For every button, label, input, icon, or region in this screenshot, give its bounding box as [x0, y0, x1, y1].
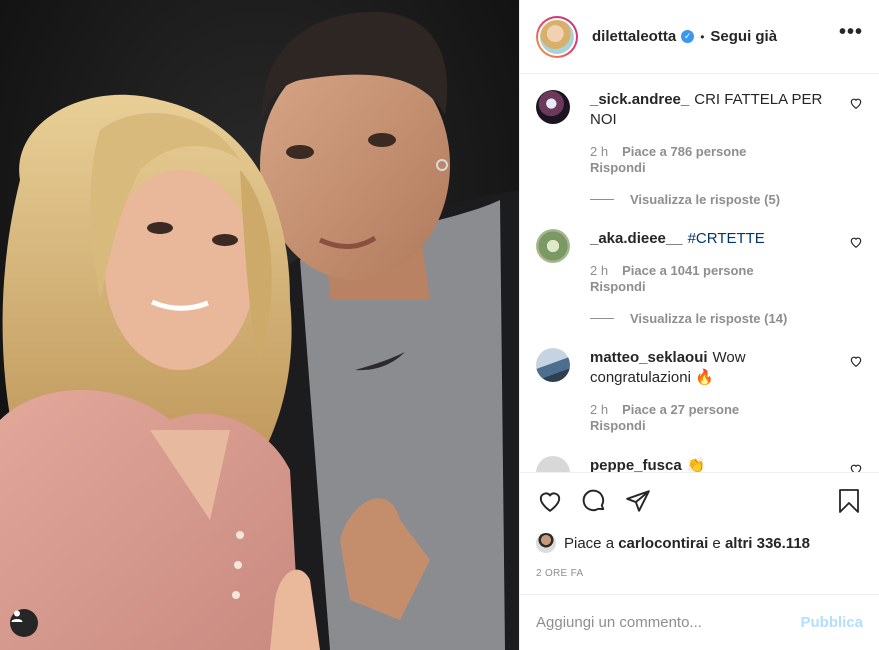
view-replies-label: Visualizza le risposte (14)	[630, 311, 788, 326]
story-ring[interactable]	[536, 15, 578, 58]
comment-item: matteo_seklaoui Wow congratulazioni 🔥 2 h…	[536, 348, 863, 434]
reply-button[interactable]: Rispondi	[590, 279, 841, 295]
verified-badge-icon: ✓	[681, 30, 695, 43]
post-date[interactable]: 2 ORE FA	[520, 558, 879, 594]
separator-dot: •	[700, 29, 705, 44]
post-viewer: dilettaleotta ✓ • Segui già ••• _sick.an…	[0, 0, 879, 650]
share-button[interactable]	[624, 487, 652, 515]
add-comment-input[interactable]: Aggiungi un commento...	[536, 614, 800, 631]
likes-count-link[interactable]: altri 336.118	[725, 535, 810, 552]
like-comment-heart-icon[interactable]	[849, 235, 863, 249]
bookmark-icon	[839, 488, 859, 513]
comment-time[interactable]: 2 h	[590, 402, 608, 417]
more-options-icon[interactable]: •••	[839, 21, 863, 52]
comment-username[interactable]: peppe_fusca	[590, 457, 682, 472]
view-replies-label: Visualizza le risposte (5)	[630, 192, 781, 207]
selfie-photo	[0, 0, 519, 650]
share-icon	[626, 489, 650, 512]
comment-username[interactable]: _sick.andree_	[590, 91, 689, 108]
comment-username[interactable]: matteo_seklaoui	[590, 349, 708, 366]
likes-summary: Piace a carlocontirai e altri 336.118	[520, 528, 879, 558]
view-replies-button[interactable]: Visualizza le risposte (14)	[590, 311, 841, 326]
post-side-panel: dilettaleotta ✓ • Segui già ••• _sick.an…	[519, 0, 879, 650]
post-action-bar	[520, 472, 879, 528]
like-comment-heart-icon[interactable]	[849, 96, 863, 110]
view-replies-button[interactable]: Visualizza le risposte (5)	[590, 192, 841, 207]
commenter-avatar[interactable]	[536, 456, 570, 472]
user-tag-button[interactable]	[10, 609, 38, 637]
comment-meta: 2 h Piace a 786 persone	[590, 144, 841, 160]
hashtag-link[interactable]: #CRTETTE	[688, 230, 765, 247]
post-photo[interactable]	[0, 0, 519, 650]
commenter-avatar[interactable]	[536, 229, 570, 263]
following-button[interactable]: Segui già	[710, 28, 777, 45]
comment-meta: 2 h Piace a 1041 persone	[590, 263, 841, 279]
comment-likes[interactable]: Piace a 27 persone	[622, 402, 739, 417]
reply-button[interactable]: Rispondi	[590, 160, 841, 176]
author-avatar	[540, 19, 574, 54]
comment-item: _sick.andree_ CRI FATTELA PER NOI 2 h Piac…	[536, 90, 863, 207]
post-header: dilettaleotta ✓ • Segui già •••	[520, 0, 879, 74]
comment-item: _aka.dieee__ #CRTETTE 2 h Piace a 1041 per…	[536, 229, 863, 326]
reply-button[interactable]: Rispondi	[590, 418, 841, 434]
like-comment-heart-icon[interactable]	[849, 354, 863, 368]
add-comment-bar: Aggiungi un commento... Pubblica	[520, 594, 879, 650]
save-button[interactable]	[835, 487, 863, 515]
heart-icon	[539, 492, 561, 512]
comment-time[interactable]: 2 h	[590, 144, 608, 159]
comment-likes[interactable]: Piace a 1041 persone	[622, 263, 754, 278]
liker-avatar[interactable]	[536, 533, 556, 553]
comment-button[interactable]	[580, 487, 608, 515]
comment-text: 👏	[686, 457, 706, 472]
liker-username[interactable]: carlocontirai	[618, 535, 708, 552]
commenter-avatar[interactable]	[536, 348, 570, 382]
comment-icon	[582, 489, 605, 511]
comment-item: peppe_fusca 👏	[536, 456, 863, 472]
like-comment-heart-icon[interactable]	[849, 462, 863, 472]
publish-button[interactable]: Pubblica	[800, 614, 863, 631]
comment-username[interactable]: _aka.dieee__	[590, 230, 683, 247]
commenter-avatar[interactable]	[536, 90, 570, 124]
like-button[interactable]	[536, 487, 564, 515]
comments-list[interactable]: _sick.andree_ CRI FATTELA PER NOI 2 h Piac…	[520, 74, 879, 472]
comment-meta: 2 h Piace a 27 persone	[590, 402, 841, 418]
author-username[interactable]: dilettaleotta	[592, 28, 676, 45]
user-tag-icon	[11, 610, 23, 622]
comment-likes[interactable]: Piace a 786 persone	[622, 144, 746, 159]
comment-time[interactable]: 2 h	[590, 263, 608, 278]
